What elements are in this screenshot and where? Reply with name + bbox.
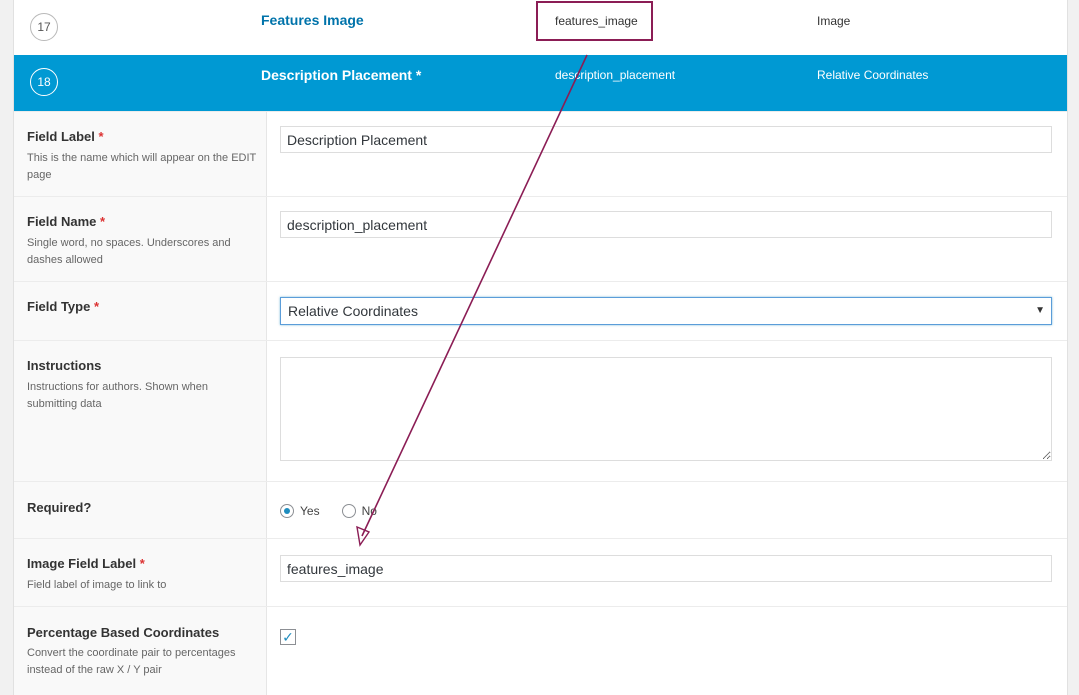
- percentage-checkbox[interactable]: ✓: [280, 629, 296, 645]
- setting-label-column: Field Label * This is the name which wil…: [14, 112, 267, 196]
- setting-image-field-label: Image Field Label * Field label of image…: [14, 538, 1067, 606]
- setting-field-label: Field Label * This is the name which wil…: [14, 111, 1067, 196]
- field-row-name: description_placement: [555, 68, 676, 82]
- setting-title: Field Name *: [27, 214, 106, 229]
- setting-input-column: ✓: [267, 607, 1067, 695]
- setting-description: Field label of image to link to: [27, 579, 167, 591]
- setting-label-column: Required?: [14, 482, 267, 538]
- setting-input-column: [267, 197, 1067, 281]
- field-row-name: features_image: [555, 14, 638, 28]
- field-row-label-link[interactable]: Features Image: [261, 12, 364, 28]
- setting-title: Field Type *: [27, 299, 100, 314]
- setting-title: Instructions: [27, 358, 102, 373]
- field-editor-panel: 17 Features Image features_image Image 1…: [13, 0, 1068, 695]
- setting-input-column: Yes No: [267, 482, 1067, 538]
- setting-field-type: Field Type * Relative Coordinates ▼: [14, 281, 1067, 340]
- setting-required: Required? Yes No: [14, 481, 1067, 538]
- setting-input-column: [267, 341, 1067, 481]
- field-row-type: Image: [817, 14, 851, 28]
- setting-label-column: Field Name * Single word, no spaces. Und…: [14, 197, 267, 281]
- order-badge[interactable]: 18: [30, 68, 58, 96]
- setting-input-column: Relative Coordinates ▼: [267, 282, 1067, 340]
- field-row-type: Relative Coordinates: [817, 68, 929, 82]
- setting-field-name: Field Name * Single word, no spaces. Und…: [14, 196, 1067, 281]
- setting-description: This is the name which will appear on th…: [27, 152, 257, 181]
- field-label-input[interactable]: [280, 126, 1052, 153]
- radio-yes-label[interactable]: Yes: [300, 504, 320, 518]
- required-radio-group: Yes No: [280, 504, 399, 518]
- radio-no-label[interactable]: No: [362, 504, 377, 518]
- instructions-textarea[interactable]: [280, 357, 1052, 461]
- setting-title: Field Label *: [27, 129, 104, 144]
- setting-instructions: Instructions Instructions for authors. S…: [14, 340, 1067, 481]
- setting-description: Convert the coordinate pair to percentag…: [27, 647, 236, 676]
- selected-value: Relative Coordinates: [288, 303, 418, 319]
- field-name-input[interactable]: [280, 211, 1052, 238]
- setting-percentage-coordinates: Percentage Based Coordinates Convert the…: [14, 606, 1067, 695]
- radio-no[interactable]: [341, 504, 356, 518]
- setting-description: Instructions for authors. Shown when sub…: [27, 381, 208, 410]
- field-row-label-link[interactable]: Description Placement *: [261, 67, 421, 83]
- dropdown-arrow-icon: ▼: [1035, 305, 1045, 316]
- setting-input-column: [267, 539, 1067, 606]
- setting-label-column: Instructions Instructions for authors. S…: [14, 341, 267, 481]
- field-row-features-image[interactable]: 17 Features Image features_image Image: [14, 0, 1067, 56]
- setting-label-column: Field Type *: [14, 282, 267, 340]
- radio-yes[interactable]: [280, 504, 294, 518]
- image-field-label-input[interactable]: [280, 555, 1052, 582]
- setting-title: Required?: [27, 500, 92, 515]
- checkmark-icon: ✓: [282, 629, 294, 645]
- field-row-description-placement[interactable]: 18 Description Placement * description_p…: [14, 55, 1067, 111]
- setting-label-column: Percentage Based Coordinates Convert the…: [14, 607, 267, 695]
- order-badge[interactable]: 17: [30, 13, 58, 41]
- setting-title: Percentage Based Coordinates: [27, 625, 220, 640]
- setting-title: Image Field Label *: [27, 556, 145, 571]
- field-type-select[interactable]: Relative Coordinates ▼: [280, 297, 1052, 325]
- setting-input-column: [267, 112, 1067, 196]
- setting-description: Single word, no spaces. Underscores and …: [27, 237, 231, 266]
- setting-label-column: Image Field Label * Field label of image…: [14, 539, 267, 606]
